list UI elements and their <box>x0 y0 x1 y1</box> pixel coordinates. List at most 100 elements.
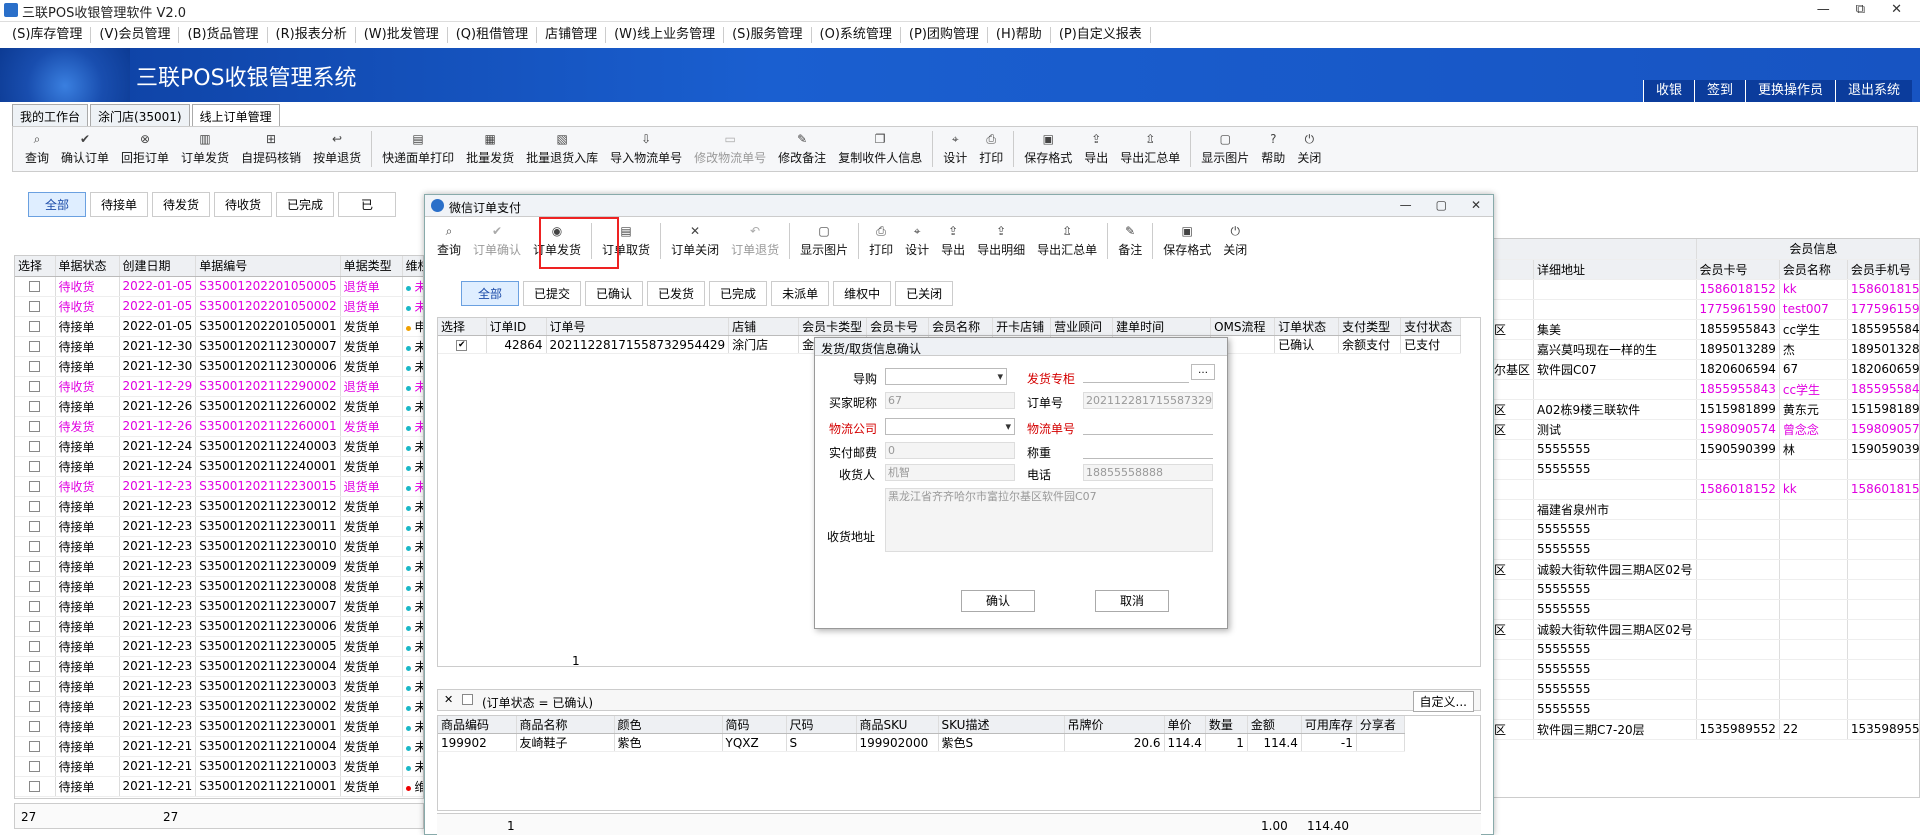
minimize-button[interactable]: — <box>1817 2 1830 17</box>
table-row[interactable]: 5555555 <box>1491 539 1919 560</box>
row-checkbox[interactable] <box>29 401 41 412</box>
table-row[interactable]: 5555555 <box>1491 519 1919 540</box>
column-header[interactable]: 颜色 <box>614 716 723 734</box>
toolbar-button-9[interactable]: ⇩ 导入物流单号 <box>604 132 688 166</box>
counter-picker-button[interactable]: … <box>1191 364 1215 380</box>
dialog-filter-0[interactable]: 全部 <box>461 281 519 306</box>
toolbar-button-1[interactable]: ✔ 订单确认 <box>467 224 527 258</box>
menu-item-3[interactable]: (R)报表分析 <box>268 27 356 43</box>
column-header[interactable]: 商品编码 <box>438 716 517 734</box>
table-row[interactable]: 待接单2021-12-23S35001202112230003发货单 未 <box>15 676 423 697</box>
table-row[interactable]: 待接单2021-12-23S35001202112230006发货单 未 <box>15 616 423 637</box>
dialog-filter-1[interactable]: 已提交 <box>523 281 582 306</box>
row-checkbox[interactable] <box>29 301 41 312</box>
row-checkbox[interactable] <box>29 561 41 572</box>
confirm-button[interactable]: 确认 <box>961 590 1035 612</box>
toolbar-button-9[interactable]: ⇪ 导出 <box>935 224 971 258</box>
table-row[interactable]: 待接单2021-12-23S35001202112230011发货单 未 <box>15 516 423 537</box>
dialog-filter-3[interactable]: 已发货 <box>647 281 706 306</box>
toolbar-button-13[interactable]: ⌖ 设计 <box>937 132 973 166</box>
column-header[interactable]: 开卡店铺 <box>992 318 1052 336</box>
dialog-restore-button[interactable]: ▢ <box>1436 198 1447 212</box>
column-header[interactable]: 建单时间 <box>1112 318 1212 336</box>
table-row[interactable]: 待接单2021-12-21S35001202112210003发货单 未 <box>15 756 423 777</box>
table-row[interactable]: 待收货2021-12-29S35001202112290002退货单 未 <box>15 376 423 397</box>
filter-3[interactable]: 待收货 <box>214 192 273 217</box>
table-row[interactable]: 待接单2021-12-23S35001202112230012发货单 未 <box>15 496 423 517</box>
table-row[interactable]: 1586018152 kk 1586018152 <box>1491 479 1919 500</box>
column-header[interactable]: 单据状态 <box>55 256 120 277</box>
table-row[interactable]: 待收货2022-01-05S35001202201050005退货单 未 <box>15 276 423 297</box>
row-checkbox[interactable] <box>29 721 41 732</box>
table-row[interactable]: 5555555 1590590399 林 1590590399 <box>1491 439 1919 460</box>
counter-input[interactable] <box>1083 366 1189 383</box>
column-header[interactable]: 会员卡号 <box>866 318 930 336</box>
table-row[interactable]: 1586018152 kk 1586018152 <box>1491 279 1919 300</box>
toolbar-button-20[interactable]: ⏻ 关闭 <box>1291 132 1327 166</box>
dialog-filter-4[interactable]: 已完成 <box>709 281 768 306</box>
column-header[interactable]: 会员卡类型 <box>798 318 868 336</box>
table-row[interactable]: 待接单2021-12-23S35001202112230009发货单 未 <box>15 556 423 577</box>
toolbar-button-6[interactable]: ▢ 显示图片 <box>794 224 854 258</box>
table-row[interactable]: 待接单2021-12-24S35001202112240001发货单 未 <box>15 456 423 477</box>
row-checkbox[interactable] <box>29 701 41 712</box>
customize-button[interactable]: 自定义... <box>1412 691 1474 712</box>
column-header[interactable]: 维权状 <box>402 256 423 277</box>
table-row[interactable]: 待接单2022-01-05S35001202201050001发货单 申 <box>15 316 423 337</box>
row-checkbox[interactable] <box>29 681 41 692</box>
row-checkbox[interactable] <box>29 361 41 372</box>
banner-link-3[interactable]: 退出系统 <box>1834 80 1912 102</box>
filter-2[interactable]: 待发货 <box>152 192 211 217</box>
filter-0[interactable]: 全部 <box>28 192 86 217</box>
row-checkbox[interactable]: ✔ <box>456 339 468 351</box>
menu-item-4[interactable]: (W)批发管理 <box>356 27 448 43</box>
toolbar-button-12[interactable]: ❐ 复制收件人信息 <box>832 132 928 166</box>
weight-input[interactable] <box>1083 442 1213 459</box>
column-header[interactable]: 会员卡号 <box>1696 259 1780 280</box>
table-row[interactable]: 5555555 <box>1491 599 1919 620</box>
table-row[interactable]: 待接单2021-12-26S35001202112260002发货单 未 <box>15 396 423 417</box>
table-row[interactable]: 待接单2021-12-21S35001202112210004发货单 未 <box>15 736 423 757</box>
toolbar-button-18[interactable]: ▢ 显示图片 <box>1195 132 1255 166</box>
table-row[interactable]: 5555555 <box>1491 459 1919 480</box>
toolbar-button-2[interactable]: ⊗ 回拒订单 <box>115 132 175 166</box>
column-header[interactable]: OMS流程 <box>1210 318 1276 336</box>
table-row[interactable]: 5555555 <box>1491 659 1919 680</box>
phone-field[interactable]: 18855558888 <box>1083 464 1213 481</box>
filter-5[interactable]: 已 <box>338 192 397 217</box>
row-checkbox[interactable] <box>29 441 41 452</box>
menu-item-12[interactable]: (P)自定义报表 <box>1051 27 1151 43</box>
filter-checkbox[interactable] <box>462 694 473 705</box>
dialog-filter-7[interactable]: 已关闭 <box>895 281 954 306</box>
logistics-select[interactable]: ▾ <box>885 418 1015 435</box>
toolbar-button-12[interactable]: ✎ 备注 <box>1112 224 1148 258</box>
table-row[interactable]: 区诚毅大街软件园三期A区02号 <box>1491 619 1919 640</box>
menu-item-10[interactable]: (P)团购管理 <box>901 27 988 43</box>
column-header[interactable]: 选择 <box>15 256 56 277</box>
restore-button[interactable]: ⧉ <box>1856 2 1865 17</box>
row-checkbox[interactable] <box>29 741 41 752</box>
column-header[interactable]: 吊牌价 <box>1064 716 1165 734</box>
menu-item-2[interactable]: (B)货品管理 <box>179 27 268 43</box>
filter-4[interactable]: 已完成 <box>276 192 335 217</box>
dialog-close-button[interactable]: ✕ <box>1471 198 1481 212</box>
filter-clear-icon[interactable]: ✕ <box>444 693 453 706</box>
table-row[interactable]: 5555555 <box>1491 679 1919 700</box>
row-checkbox[interactable] <box>29 661 41 672</box>
column-header[interactable]: 可用库存 <box>1301 716 1357 734</box>
logistics-no-input[interactable] <box>1083 418 1213 435</box>
column-header[interactable]: 金额 <box>1247 716 1302 734</box>
menu-item-1[interactable]: (V)会员管理 <box>91 27 180 43</box>
menu-item-7[interactable]: (W)线上业务管理 <box>606 27 725 43</box>
table-row[interactable]: 5555555 <box>1491 699 1919 720</box>
toolbar-button-13[interactable]: ▣ 保存格式 <box>1157 224 1217 258</box>
column-header[interactable]: 创建日期 <box>119 256 197 277</box>
filter-1[interactable]: 待接单 <box>90 192 149 217</box>
toolbar-button-0[interactable]: ⌕ 查询 <box>431 224 467 258</box>
row-checkbox[interactable] <box>29 601 41 612</box>
guide-select[interactable]: ▾ <box>885 368 1007 385</box>
table-row[interactable]: 区集美 1855955843 cc学生 1855955843 <box>1491 319 1919 340</box>
table-row[interactable]: 待接单2021-12-30S35001202112300006发货单 未 <box>15 356 423 377</box>
toolbar-button-14[interactable]: ⏻ 关闭 <box>1217 224 1253 258</box>
column-header[interactable]: 单据类型 <box>340 256 403 277</box>
